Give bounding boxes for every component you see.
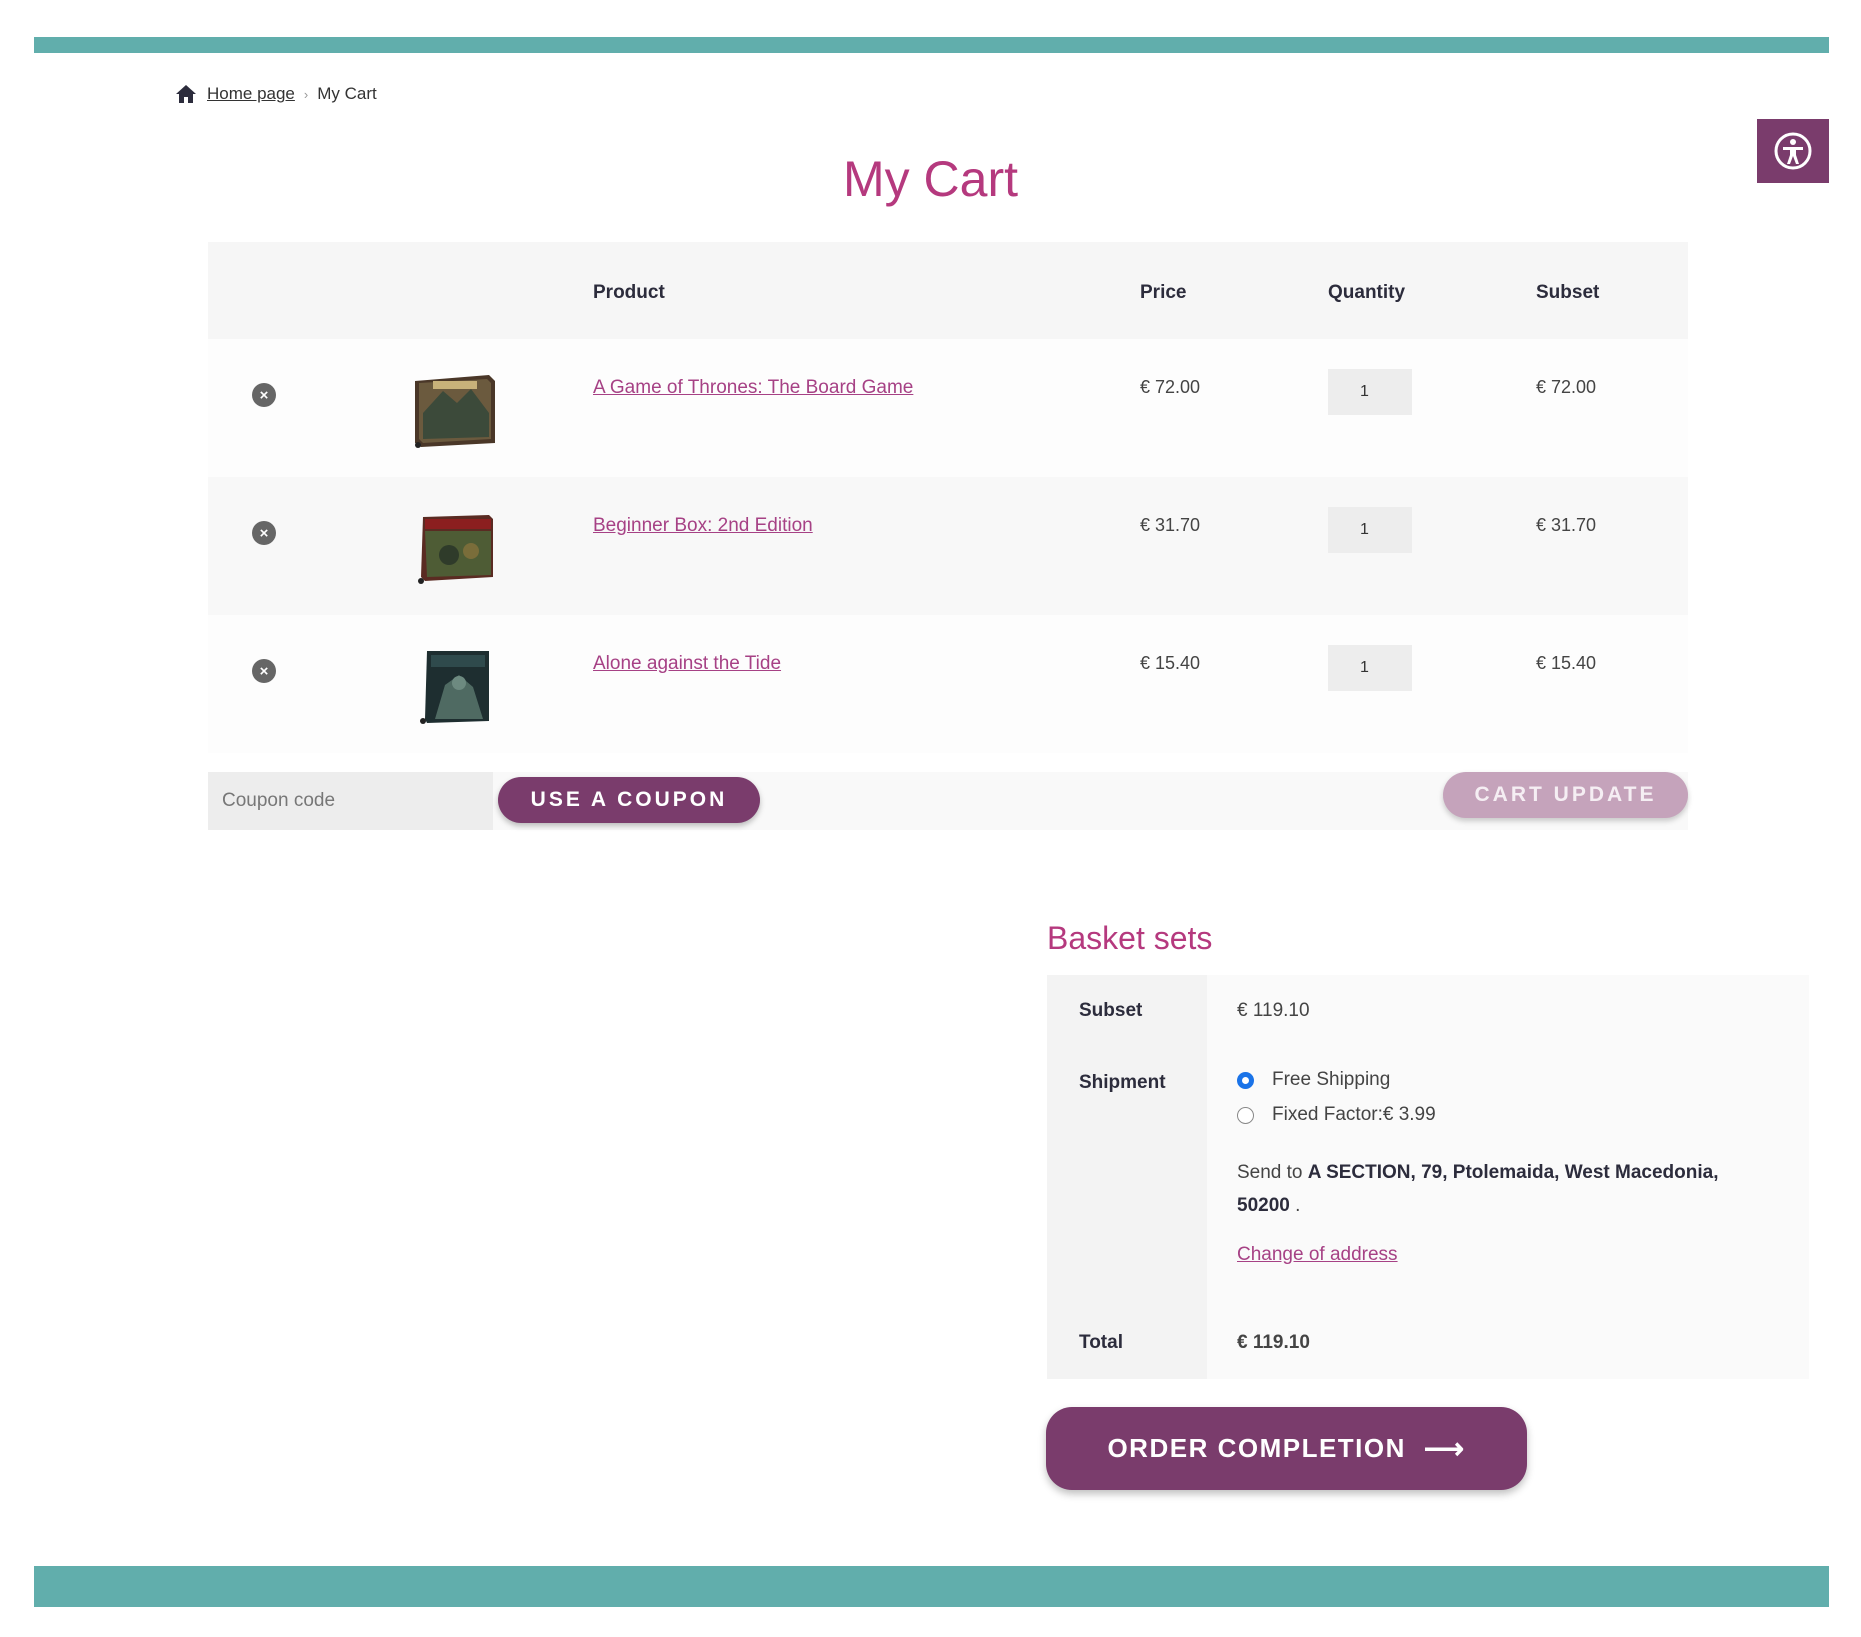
bottom-accent-bar [34,1566,1829,1607]
product-subtotal: € 72.00 [1536,377,1597,397]
totals-shipping-row: Shipment Free Shipping Fixed Factor:€ 3.… [1047,1047,1809,1307]
quantity-input[interactable] [1328,645,1412,691]
radio-selected[interactable] [1237,1071,1254,1089]
home-icon [176,85,196,103]
total-label: Total [1047,1307,1207,1379]
product-link[interactable]: Alone against the Tide [593,653,781,675]
product-subtotal: € 31.70 [1536,515,1597,535]
product-link[interactable]: A Game of Thrones: The Board Game [593,377,913,399]
quantity-input[interactable] [1328,507,1412,553]
change-address-link[interactable]: Change of address [1237,1244,1398,1266]
remove-item-icon[interactable]: × [252,521,276,545]
quantity-input[interactable] [1328,369,1412,415]
table-row: × Alone against the Tide € 15.40 € 15.40 [208,615,1688,753]
update-cart-button[interactable]: CART UPDATE [1443,772,1688,818]
column-header-subtotal: Subset [1536,282,1600,303]
breadcrumb-separator: › [303,86,309,102]
shipping-option-label: Free Shipping [1272,1069,1391,1090]
shipping-destination: Send to A SECTION, 79, Ptolemaida, West … [1237,1156,1757,1222]
remove-item-icon[interactable]: × [252,659,276,683]
address-suffix: . [1295,1195,1301,1216]
apply-coupon-button[interactable]: USE A COUPON [498,777,760,823]
coupon-code-input[interactable] [208,772,493,830]
breadcrumb-current: My Cart [317,84,377,103]
total-value: € 119.10 [1207,1307,1809,1379]
table-header: Product Price Quantity Subset [208,242,1688,339]
table-row: × A Game of Thrones: The Board Game € 72… [208,339,1688,477]
cart-totals-title: Basket sets [1047,920,1213,956]
column-header-price: Price [1140,282,1187,303]
table-row: × Beginner Box: 2nd Edition € 31.70 € 31… [208,477,1688,615]
shipping-option-label: Fixed Factor:€ 3.99 [1272,1104,1436,1125]
product-price: € 15.40 [1140,653,1201,673]
shipping-options: Free Shipping Fixed Factor:€ 3.99 Send t… [1207,1047,1809,1307]
totals-subtotal-row: Subset € 119.10 [1047,975,1809,1047]
shipping-address: A SECTION, 79, Ptolemaida, West Macedoni… [1237,1162,1719,1216]
cart-actions: USE A COUPON CART UPDATE [208,772,1688,830]
product-subtotal: € 15.40 [1536,653,1597,673]
product-price: € 72.00 [1140,377,1201,397]
product-thumbnail[interactable] [413,649,497,725]
product-thumbnail[interactable] [413,511,497,587]
product-price: € 31.70 [1140,515,1201,535]
column-header-quantity: Quantity [1328,282,1406,303]
shipping-option-free[interactable]: Free Shipping [1237,1069,1809,1091]
product-thumbnail[interactable] [413,373,497,449]
radio-unselected[interactable] [1237,1106,1254,1124]
remove-item-icon[interactable]: × [252,383,276,407]
send-to-prefix: Send to [1237,1162,1303,1183]
shipping-option-fixed[interactable]: Fixed Factor:€ 3.99 [1237,1104,1809,1126]
checkout-label: ORDER COMPLETION [1107,1433,1406,1463]
breadcrumb-home-link[interactable]: Home page [207,84,295,104]
shipping-label: Shipment [1047,1047,1207,1307]
column-header-product: Product [593,282,665,303]
subtotal-value: € 119.10 [1207,975,1809,1047]
subtotal-label: Subset [1047,975,1207,1047]
product-link[interactable]: Beginner Box: 2nd Edition [593,515,813,537]
cart-table: Product Price Quantity Subset × A Game o… [208,242,1688,753]
cart-totals: Subset € 119.10 Shipment Free Shipping F… [1047,975,1809,1379]
page-title: My Cart [843,151,1018,207]
top-accent-bar [34,37,1829,53]
proceed-to-checkout-button[interactable]: ORDER COMPLETION ⟶ [1046,1407,1527,1490]
arrow-right-icon: ⟶ [1423,1433,1466,1464]
totals-total-row: Total € 119.10 [1047,1307,1809,1379]
breadcrumb: Home page › My Cart [175,84,377,104]
